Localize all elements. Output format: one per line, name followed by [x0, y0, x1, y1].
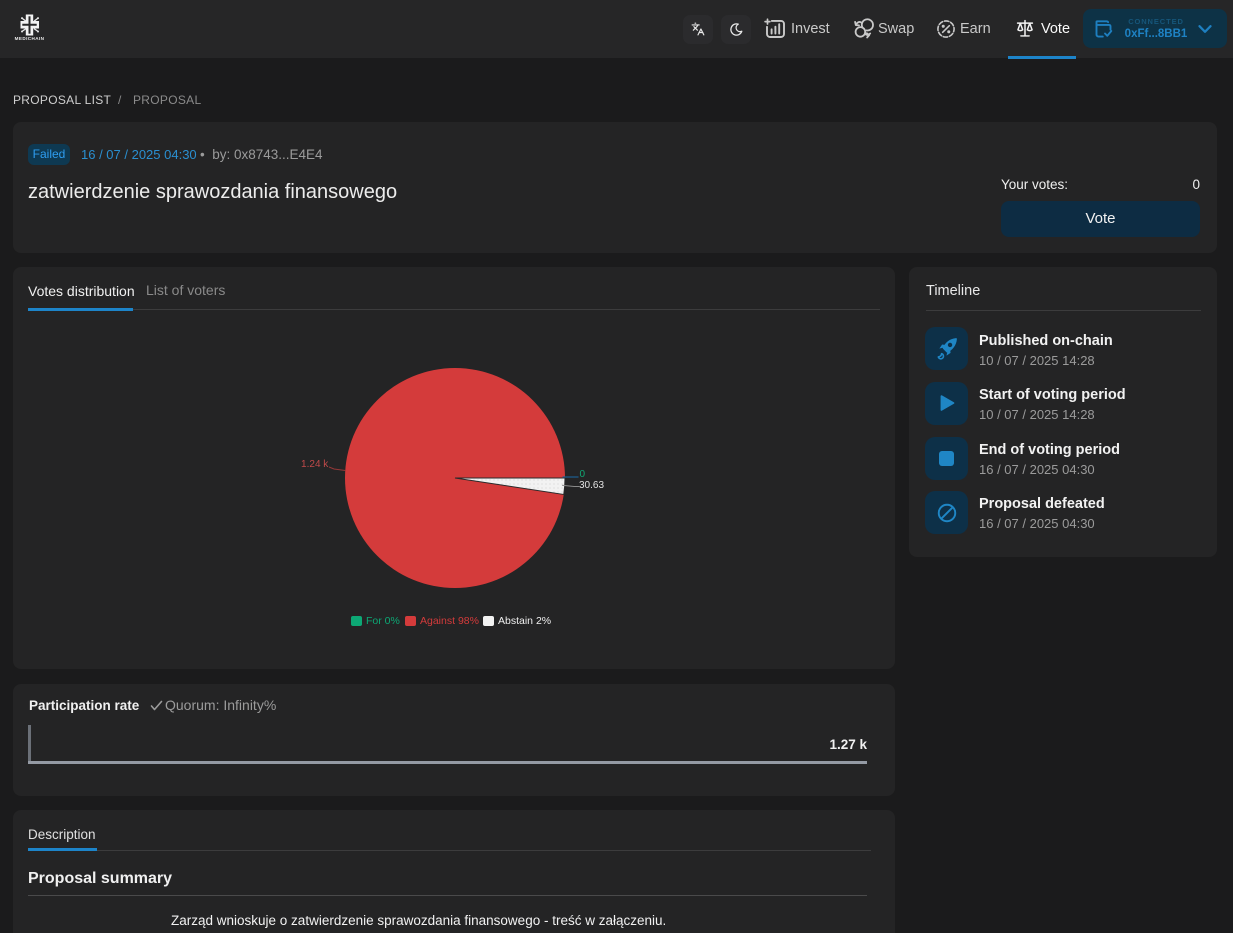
svg-text:MEDICHAIN: MEDICHAIN [15, 36, 45, 41]
svg-text:30.63: 30.63 [579, 480, 604, 491]
svg-text:0: 0 [580, 469, 586, 480]
svg-text:1.24 k: 1.24 k [301, 459, 329, 470]
